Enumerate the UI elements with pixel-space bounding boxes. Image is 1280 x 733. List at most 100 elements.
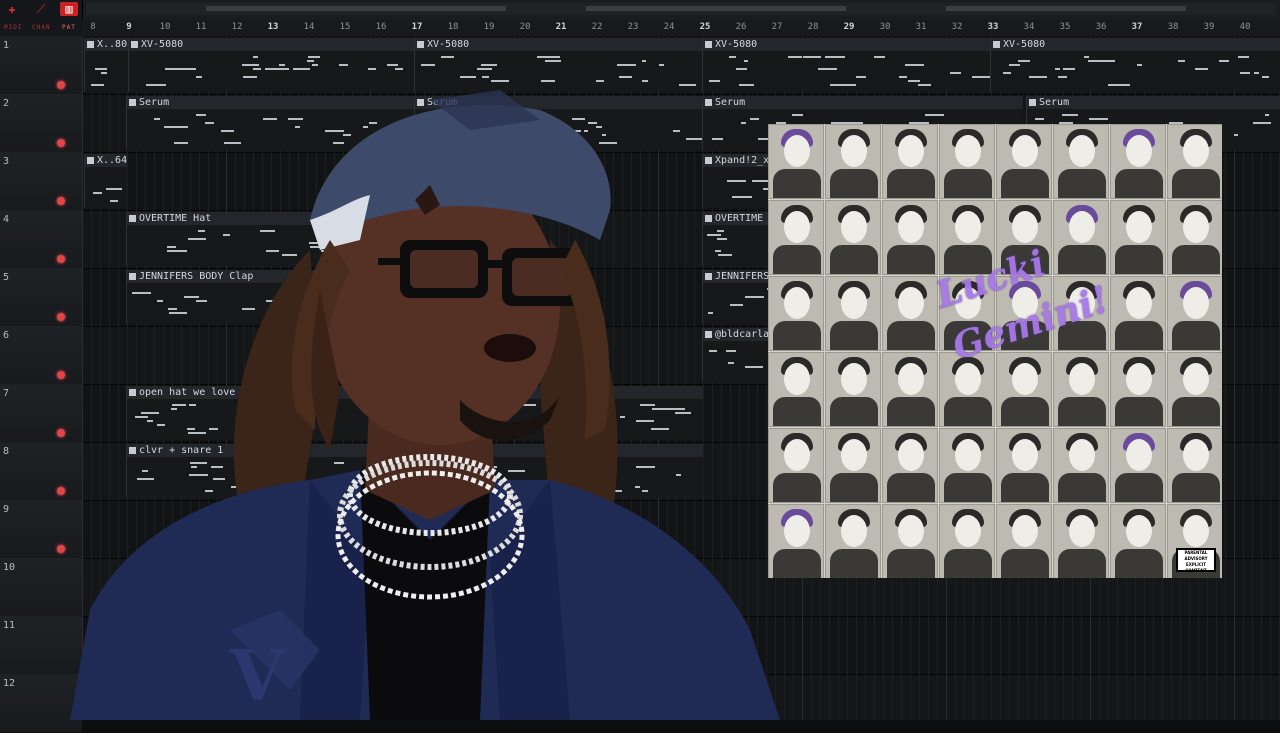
face-head [1069,439,1095,471]
face-head [784,211,810,243]
face-head [1126,211,1152,243]
wave-icon[interactable]: ⟋ [32,2,50,16]
face-head [1069,135,1095,167]
ruler-bar-number: 32 [951,22,963,32]
album-portrait-cell [1110,504,1166,578]
midi-note [659,64,664,66]
album-portrait-cell [825,276,881,351]
face-head [841,287,867,319]
clip-title: XV-5080 [415,38,703,51]
album-portrait-cell [825,200,881,275]
midi-note [595,80,604,82]
clip-pattern[interactable]: X..80 [84,38,129,92]
ruler-bar-number: 8 [90,22,96,32]
midi-note [154,84,162,86]
album-portrait-cell [1110,428,1166,503]
track-mute-led-icon[interactable] [57,81,65,89]
face-body [1001,549,1049,578]
timeline-ruler[interactable]: 8 9 10 11 12 13 14 15 16 17 18 19 20 21 22 23 24 25 26 27 28… [82,20,1280,37]
midi-note [1002,72,1012,74]
midi-note [1137,64,1142,66]
face-head [1126,439,1152,471]
midi-note [908,80,921,82]
album-portrait-cell [1110,276,1166,351]
midi-note [917,84,931,86]
clip-pattern[interactable]: XV-5080 [702,38,991,92]
midi-note [460,76,476,78]
ruler-bar-number: 30 [879,22,891,32]
midi-note [252,56,258,58]
ruler-bar-number: 23 [627,22,639,32]
mode-label-midi: MIDI [4,24,23,31]
clip-title: XV-5080 [991,38,1280,51]
keyboard-icon[interactable]: ✚ [3,2,21,16]
ruler-bar-number: 34 [1023,22,1035,32]
clip-title: X..80 [85,38,129,51]
face-head [1069,515,1095,547]
midi-note [949,72,961,74]
face-body [830,321,878,350]
face-body [944,549,992,578]
track-mute-led-icon[interactable] [57,545,65,553]
midi-note [792,114,804,116]
face-body [887,321,935,350]
midi-note [972,76,990,78]
album-portrait-cell [1110,200,1166,275]
mode-label-chan: CHAN [32,24,51,31]
album-portrait-cell [939,428,995,503]
face-body [1058,549,1106,578]
face-head [1183,287,1209,319]
midi-note [1062,68,1075,70]
face-head [1126,515,1152,547]
mode-label-pat: PAT [62,24,76,31]
midi-note [440,56,454,58]
clip-pattern[interactable]: XV-5080 [990,38,1280,92]
pattern-icon[interactable]: ▥ [60,2,78,16]
face-body [773,397,821,426]
ruler-bar-number: 25 [699,22,711,32]
playlist-overview-scrollbar[interactable] [86,3,1276,15]
ruler-bar-number: 12 [231,22,243,32]
midi-note [616,64,636,66]
midi-note [818,68,834,70]
midi-note [195,76,203,78]
clip-pattern[interactable]: XV-5080 [128,38,415,92]
face-head [898,211,924,243]
face-body [1172,321,1220,350]
track-mute-led-icon[interactable] [57,197,65,205]
track-mute-led-icon[interactable] [57,371,65,379]
album-portrait-cell [1167,124,1222,199]
track-header[interactable]: 1 [0,36,82,95]
face-head [784,287,810,319]
ruler-bar-number: 38 [1167,22,1179,32]
midi-note [94,68,107,70]
track-mute-led-icon[interactable] [57,487,65,495]
track-number: 1 [3,40,10,51]
track-mute-led-icon[interactable] [57,429,65,437]
ruler-bar-number: 33 [987,22,999,32]
mode-buttons: ✚ ⟋ ▥ MIDI CHAN PAT [0,0,83,36]
midi-note [549,56,560,58]
midi-note [395,68,403,70]
face-body [1058,397,1106,426]
track-mute-led-icon[interactable] [57,255,65,263]
midi-note [678,84,697,86]
face-body [830,549,878,578]
midi-note [641,80,648,82]
face-head [1126,135,1152,167]
midi-note [1177,60,1185,62]
clip-pattern[interactable]: XV-5080 [414,38,703,92]
ruler-bar-number: 19 [483,22,495,32]
face-head [841,211,867,243]
midi-note [1107,84,1121,86]
track-mute-led-icon[interactable] [57,313,65,321]
track-mute-led-icon[interactable] [57,139,65,147]
midi-note [420,64,435,66]
album-portrait-cell [882,352,938,427]
midi-note [934,114,945,116]
ruler-bar-number: 29 [843,22,855,32]
face-head [898,515,924,547]
face-body [944,169,992,198]
face-head [898,287,924,319]
midi-note [1254,72,1259,74]
